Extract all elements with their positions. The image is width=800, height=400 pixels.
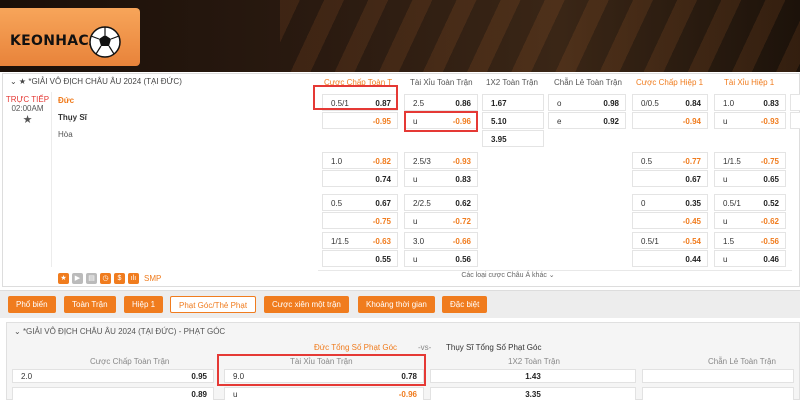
odds-cell-ou-h1-over[interactable]: 1.0 0.83 <box>714 94 786 111</box>
alt-h1-ou-over[interactable]: 1.5 -0.56 <box>714 232 786 249</box>
chart-icon[interactable]: ▤ <box>86 273 97 284</box>
smp-label[interactable]: SMP <box>144 273 161 285</box>
odds-cell-ou-h1-under[interactable]: u -0.93 <box>714 112 786 129</box>
corners-oe-even[interactable] <box>642 387 794 400</box>
dollar-icon[interactable]: $ <box>114 273 125 284</box>
odds-cell-1x2-home[interactable]: 1.67 <box>482 94 544 111</box>
corners-title[interactable]: ⌄ *GIẢI VÔ ĐỊCH CHÂU ÂU 2024 (TẠI ĐỨC) -… <box>14 327 225 336</box>
tab-full-match[interactable]: Toàn Trận <box>64 296 116 313</box>
live-status: TRỰC TIẾP <box>5 95 50 104</box>
alt-ou-under[interactable]: u -0.72 <box>404 212 478 229</box>
corners-1x2-home[interactable]: 1.43 <box>430 369 636 383</box>
market-tabs: Phổ biến Toàn Trận Hiệp 1 Phạt Góc/Thẻ P… <box>0 290 800 318</box>
home-team[interactable]: Đức <box>58 92 308 109</box>
alt-ah-away[interactable]: 0.74 <box>322 170 398 187</box>
alt-h1-ah-home[interactable]: 0.5/1 -0.54 <box>632 232 708 249</box>
away-corners-label: Thụy Sĩ Tổng Số Phạt Góc <box>446 343 542 352</box>
more-asian-bets-link[interactable]: Các loại cược Châu Á khác ⌄ <box>318 271 698 279</box>
tab-half-1[interactable]: Hiệp 1 <box>124 296 164 313</box>
alt-h1-ah-home[interactable]: 0.5 -0.77 <box>632 152 708 169</box>
draw-label: Hòa <box>58 130 73 139</box>
corners-oe-odd[interactable] <box>642 369 794 383</box>
corners-1x2-away[interactable]: 3.35 <box>430 387 636 400</box>
stats-icon[interactable]: ılı <box>128 273 139 284</box>
alt-ou-under[interactable]: u 0.83 <box>404 170 478 187</box>
odds-cell-oe-even[interactable]: e 0.92 <box>548 112 626 129</box>
alt-ah-home[interactable]: 0.5 0.67 <box>322 194 398 211</box>
home-corners-label: Đức Tổng Số Phạt Góc <box>314 343 398 352</box>
col-header-oe: Chẵn Lẻ Toàn Trận <box>554 78 622 87</box>
tab-corners-cards[interactable]: Phạt Góc/Thẻ Phạt <box>170 296 257 313</box>
alt-ou-over[interactable]: 3.0 -0.66 <box>404 232 478 249</box>
vs-label: -vs- <box>418 343 432 352</box>
league-header: ⌄ ★ *GIẢI VÔ ĐỊCH CHÂU ÂU 2024 (TẠI ĐỨC)… <box>4 76 800 90</box>
league-title[interactable]: ⌄ ★ *GIẢI VÔ ĐỊCH CHÂU ÂU 2024 (TẠI ĐỨC) <box>10 77 182 86</box>
alt-ah-away[interactable]: 0.55 <box>322 250 398 267</box>
odds-cell-ah-away[interactable]: -0.95 <box>322 112 398 129</box>
col-header-ou: Tài Xỉu Toàn Trận <box>410 78 473 87</box>
tab-same-game-parlay[interactable]: Cược xiên một trận <box>264 296 349 313</box>
highlight-box <box>217 354 426 386</box>
match-time: 02:00AM <box>11 104 44 113</box>
col-header-ou-h1: Tài Xỉu Hiệp 1 <box>724 78 775 87</box>
alt-ou-over[interactable]: 2.5/3 -0.93 <box>404 152 478 169</box>
corners-ou-under[interactable]: u -0.96 <box>224 387 424 400</box>
odds-cell-1x2-away[interactable]: 5.10 <box>482 112 544 129</box>
alt-h1-ou-under[interactable]: u -0.62 <box>714 212 786 229</box>
play-icon[interactable]: ▶ <box>72 273 83 284</box>
alt-ah-home[interactable]: 1.0 -0.82 <box>322 152 398 169</box>
col-header-1x2: 1X2 Toàn Trận <box>486 78 538 87</box>
odds-cell-overflow[interactable] <box>790 94 800 111</box>
odds-cell-overflow[interactable] <box>790 112 800 129</box>
alt-h1-ah-home[interactable]: 0 0.35 <box>632 194 708 211</box>
odds-cell-ah-h1-home[interactable]: 0/0.5 0.84 <box>632 94 708 111</box>
tab-popular[interactable]: Phổ biến <box>8 296 56 313</box>
alt-h1-ah-away[interactable]: 0.44 <box>632 250 708 267</box>
highlight-box <box>404 111 478 132</box>
alt-h1-ah-away[interactable]: -0.45 <box>632 212 708 229</box>
alt-h1-ah-away[interactable]: 0.67 <box>632 170 708 187</box>
highlight-box <box>313 85 398 110</box>
clock-icon[interactable]: ◷ <box>100 273 111 284</box>
col-header-ah-h1: Cược Chấp Hiệp 1 <box>636 78 704 87</box>
site-logo[interactable]: KEONHACAI <box>0 8 140 66</box>
odds-cell-oe-odd[interactable]: o 0.98 <box>548 94 626 111</box>
banner-background <box>280 0 800 72</box>
odds-cell-ou-over[interactable]: 2.5 0.86 <box>404 94 478 111</box>
odds-cell-ah-h1-away[interactable]: -0.94 <box>632 112 708 129</box>
favorite-star-icon[interactable]: ★ <box>4 113 51 126</box>
teams-list: Đức Thụy Sĩ Hòa <box>58 92 308 143</box>
corners-col-ah: Cược Chấp Toàn Trận <box>90 357 170 366</box>
alt-ah-away[interactable]: -0.75 <box>322 212 398 229</box>
tab-time-intervals[interactable]: Khoảng thời gian <box>358 296 435 313</box>
odds-cell-1x2-draw[interactable]: 3.95 <box>482 130 544 147</box>
corners-ah-away[interactable]: 0.89 <box>12 387 214 400</box>
match-time-column: TRỰC TIẾP 02:00AM ★ <box>4 92 52 267</box>
alt-ah-home[interactable]: 1/1.5 -0.63 <box>322 232 398 249</box>
star-icon[interactable]: ★ <box>58 273 69 284</box>
alt-ou-over[interactable]: 2/2.5 0.62 <box>404 194 478 211</box>
alt-h1-ou-over[interactable]: 0.5/1 0.52 <box>714 194 786 211</box>
match-icon-bar: ★ ▶ ▤ ◷ $ ılı SMP <box>58 273 161 285</box>
away-team[interactable]: Thụy Sĩ <box>58 109 308 126</box>
alt-ou-under[interactable]: u 0.56 <box>404 250 478 267</box>
alt-h1-ou-under[interactable]: u 0.46 <box>714 250 786 267</box>
corners-col-1x2: 1X2 Toàn Trận <box>508 357 560 366</box>
corners-col-oe: Chẵn Lẻ Toàn Trận <box>708 357 776 366</box>
alt-h1-ou-over[interactable]: 1/1.5 -0.75 <box>714 152 786 169</box>
alt-h1-ou-under[interactable]: u 0.65 <box>714 170 786 187</box>
corners-ah-home[interactable]: 2.0 0.95 <box>12 369 214 383</box>
tab-specials[interactable]: Đặc biệt <box>442 296 488 313</box>
soccer-ball-icon <box>89 26 121 58</box>
